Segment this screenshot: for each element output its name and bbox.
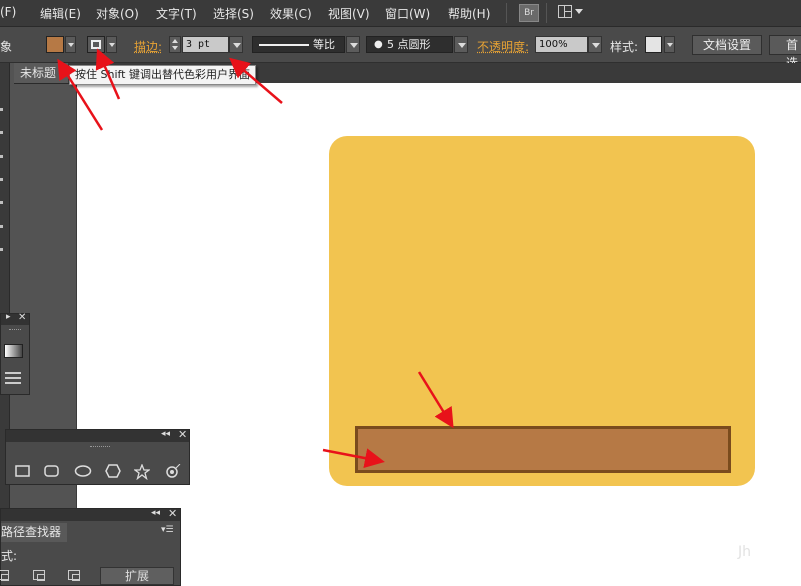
annotation-arrow-fill: [60, 63, 102, 130]
annotation-arrow-weight: [233, 61, 282, 103]
annotation-arrow-bar-left: [323, 450, 380, 461]
annotation-arrow-stroke: [99, 53, 119, 99]
annotation-arrow-bar-top: [419, 372, 451, 424]
annotation-arrows: [0, 0, 801, 586]
